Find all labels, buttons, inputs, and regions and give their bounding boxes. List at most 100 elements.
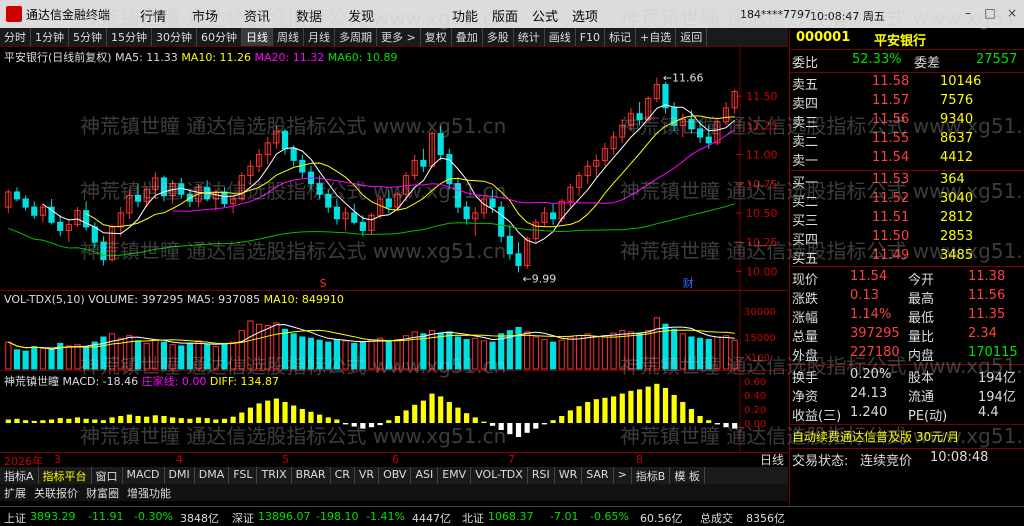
menu-item[interactable]: 功能	[452, 6, 478, 25]
minimize-icon[interactable]: –	[960, 5, 976, 21]
fund-label: 股本	[908, 371, 935, 386]
stat-value: 2.34	[968, 326, 997, 341]
promo-banner[interactable]: 自动续费通达信普及版 30元/月	[790, 428, 1024, 446]
volume-bar	[601, 335, 609, 370]
indicator-tab[interactable]: 指标B	[632, 467, 671, 484]
indicator-tab[interactable]: EMV	[438, 467, 472, 484]
indicator-tab[interactable]: 窗口	[92, 467, 123, 484]
indicator-tab[interactable]: FSL	[229, 467, 258, 484]
toolbar-button[interactable]: 1分钟	[31, 28, 69, 46]
fund-value: 24.13	[850, 386, 888, 401]
fund-value: 1.240	[850, 405, 888, 420]
indicator-tab[interactable]: SAR	[582, 467, 614, 484]
indicator-tab[interactable]: RSI	[528, 467, 555, 484]
toolbar-button[interactable]: 统计	[514, 28, 545, 46]
fund-label: PE(动)	[908, 409, 948, 424]
volume-bar	[567, 336, 574, 370]
toolbar-button[interactable]: +自选	[636, 28, 677, 46]
extension-tab[interactable]: 增强功能	[123, 484, 175, 501]
bid-row: 买二 11.52 3040	[790, 191, 1024, 210]
divider	[790, 364, 1024, 365]
menu-item[interactable]: 公式	[532, 6, 558, 25]
indicator-tab[interactable]: OBV	[379, 467, 412, 484]
menu-item[interactable]: 行情	[140, 6, 166, 25]
volume-bar	[524, 331, 531, 370]
menu-item[interactable]: 市场	[192, 6, 218, 25]
weibi-label: 委比	[792, 56, 819, 71]
toolbar-button[interactable]: 标记	[605, 28, 637, 46]
toolbar-button[interactable]: 5分钟	[69, 28, 107, 46]
toolbar-button[interactable]: 月线	[304, 28, 335, 46]
promo-text[interactable]: 自动续费通达信普及版 30元/月	[792, 428, 959, 445]
toolbar-button[interactable]: 复权	[421, 28, 452, 46]
toolbar-button[interactable]: 叠加	[452, 28, 483, 46]
menu-item[interactable]: 选项	[572, 6, 598, 25]
indicator-line2: DIFF: 134.87	[209, 375, 280, 388]
toolbar-button[interactable]: 画线	[545, 28, 576, 46]
candle-body	[83, 210, 90, 228]
stat-value: 227180	[850, 345, 900, 360]
volume-bar	[575, 335, 583, 370]
candle-body	[688, 119, 695, 130]
candle-body	[636, 113, 643, 121]
toolbar-button[interactable]: 日线	[242, 28, 273, 46]
kline-chart[interactable]: 11.50 11.25 11.00 10.75 10.50 10.25 10.00 ←11.6…	[0, 47, 788, 291]
volume-chart[interactable]: 30000 15000 X100 VOL-TDX(5,10) VOLUME: 397…	[0, 291, 788, 371]
indicator-tab[interactable]: MACD	[123, 467, 165, 484]
indicator-tab[interactable]: DMA	[195, 467, 230, 484]
indicator-chart[interactable]: 0.60 0.40 0.20 0.00 神荒镇世瞳 MACD: -18.46 庄家线:…	[0, 371, 788, 453]
toolbar-button[interactable]: 60分钟	[197, 28, 242, 46]
indicator-tab[interactable]: 模 板	[670, 467, 705, 484]
volume-bar	[91, 341, 98, 370]
close-icon[interactable]: ×	[1004, 5, 1020, 21]
indicator-bar	[541, 423, 548, 425]
indicator-bar	[351, 423, 357, 427]
indicator-tab[interactable]: TRIX	[257, 467, 292, 484]
menu-item[interactable]: 发现	[348, 6, 374, 25]
tab-rixian[interactable]: 日线	[760, 451, 784, 468]
indicator-bar	[394, 416, 401, 423]
extension-tab[interactable]: 扩展	[0, 484, 30, 501]
stat-value: 11.35	[968, 307, 1006, 322]
indicator-bar	[550, 420, 556, 423]
toolbar-button[interactable]: 周线	[273, 28, 304, 46]
indicator-bar	[109, 417, 115, 423]
user-account[interactable]: 184****7797	[740, 8, 811, 21]
indicator-tab[interactable]: >	[614, 467, 632, 484]
maximize-icon[interactable]: □	[982, 5, 998, 21]
kline-svg: 11.50 11.25 11.00 10.75 10.50 10.25 10.00 ←11.6…	[5, 47, 778, 291]
toolbar-button[interactable]: F10	[576, 28, 606, 46]
toolbar-button[interactable]: 多周期	[335, 28, 377, 46]
indicator-tab[interactable]: ASI	[411, 467, 439, 484]
candle-body	[134, 194, 142, 202]
extension-tab[interactable]: 财富圈	[82, 484, 123, 501]
indicator-tab[interactable]: VOL-TDX	[471, 467, 528, 484]
indicator-tab[interactable]: 指标A	[0, 467, 39, 484]
indicator-tab[interactable]: BRAR	[292, 467, 331, 484]
indicator-tab[interactable]: DMI	[165, 467, 195, 484]
candle-body	[325, 193, 332, 208]
indicator-tab[interactable]: VR	[355, 467, 380, 484]
toolbar-button[interactable]: 分时	[0, 28, 31, 46]
menu-item[interactable]: 资讯	[244, 6, 270, 25]
stat-label: 现价	[792, 273, 819, 288]
indicator-bar	[74, 417, 81, 423]
candle-body	[57, 221, 64, 231]
price-tick-label: 11.50	[746, 90, 778, 103]
indicator-tab[interactable]: WR	[555, 467, 583, 484]
ask-label: 卖五	[792, 78, 819, 93]
indicator-tab[interactable]: CR	[331, 467, 355, 484]
toolbar-button[interactable]: 30分钟	[152, 28, 197, 46]
toolbar-button[interactable]: 15分钟	[107, 28, 152, 46]
toolbar-button[interactable]: 多股	[483, 28, 514, 46]
indicator-tab[interactable]: 指标平台	[39, 467, 92, 484]
bid-price: 11.49	[872, 248, 910, 263]
bid-price: 11.52	[872, 191, 910, 206]
legend-ma20: MA20: 11.32	[254, 51, 325, 64]
ask-price: 11.56	[872, 112, 910, 127]
menu-item[interactable]: 数据	[296, 6, 322, 25]
extension-tab[interactable]: 关联报价	[30, 484, 82, 501]
toolbar-button[interactable]: 返回	[676, 28, 708, 46]
menu-item[interactable]: 版面	[492, 6, 518, 25]
toolbar-button[interactable]: 更多 >	[377, 28, 421, 46]
